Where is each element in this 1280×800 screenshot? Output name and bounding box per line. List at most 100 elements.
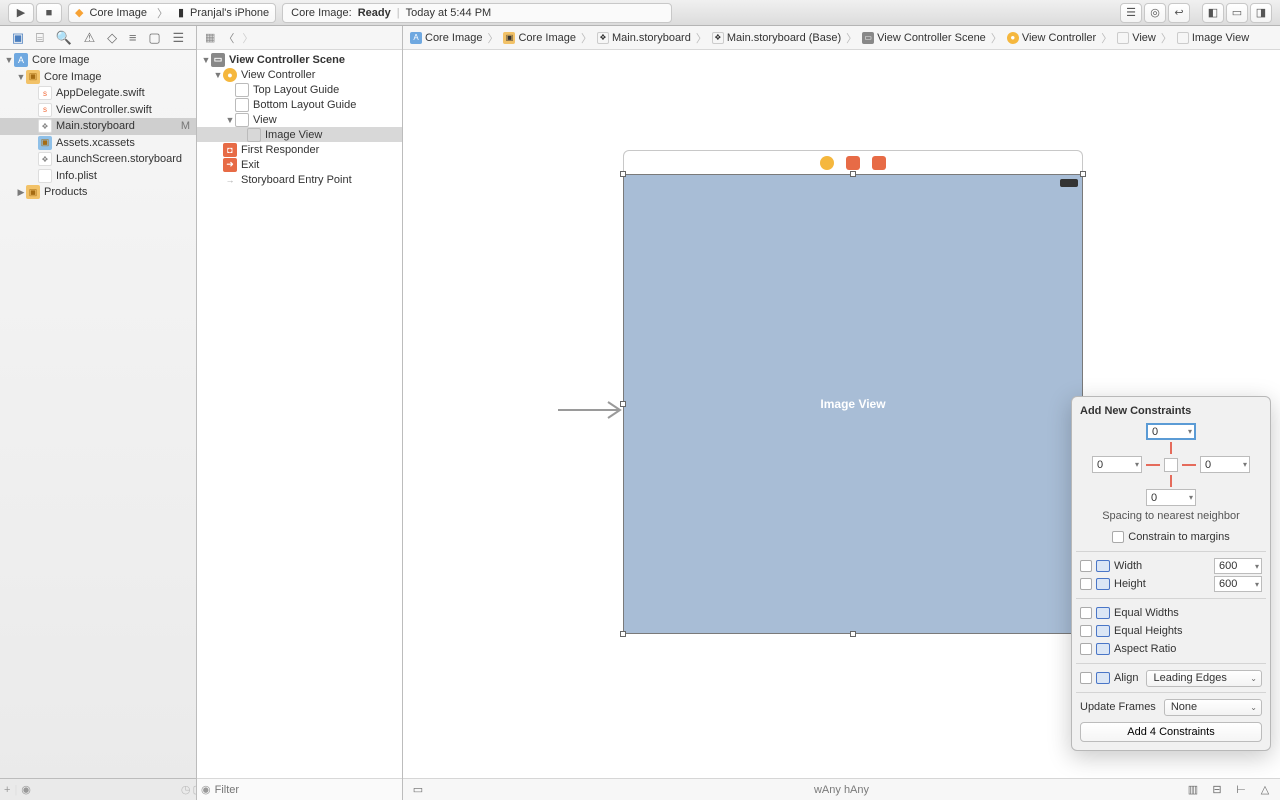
jb-storyboard-base[interactable]: ❖Main.storyboard (Base) [709,32,844,44]
width-icon [1096,560,1110,572]
top-spacing-field[interactable]: 0▾ [1146,423,1196,440]
add-constraints-popover: Add New Constraints 0▾ 0▾ 0▾ 0▾ Spacing … [1071,396,1271,751]
toolbar: ▶ ■ ◆ Core Image 〉 ▮ Pranjal's iPhone Co… [0,0,1280,26]
run-button[interactable]: ▶ [8,3,34,23]
related-items-icon[interactable]: ▦ [205,31,215,44]
width-checkbox[interactable] [1080,560,1092,572]
test-nav-icon[interactable]: ◇ [107,30,117,46]
file-launchscreen[interactable]: ❖LaunchScreen.storyboard [0,151,196,168]
equal-widths-checkbox[interactable] [1080,607,1092,619]
find-nav-icon[interactable]: 🔍 [56,30,72,46]
outline-image-view[interactable]: Image View [197,127,402,142]
update-frames-combo[interactable]: None⌄ [1164,699,1262,716]
breakpoint-nav-icon[interactable]: ▢ [148,30,160,46]
outline-filter-input[interactable] [215,784,398,796]
equal-heights-icon [1096,625,1110,637]
back-button[interactable]: 〈 [223,30,234,46]
status-time: Today at 5:44 PM [406,7,492,19]
toggle-navigator-button[interactable]: ◧ [1202,3,1224,23]
aspect-ratio-checkbox[interactable] [1080,643,1092,655]
group-core-image[interactable]: ▼▣Core Image [0,69,196,86]
file-viewcontroller[interactable]: sViewController.swift [0,102,196,119]
toggle-utilities-button[interactable]: ◨ [1250,3,1272,23]
size-class-control[interactable]: wAny hAny [814,784,869,796]
add-icon[interactable]: + [4,784,10,796]
canvas-area[interactable]: Image View Add New Constraints 0▾ 0▾ 0▾ [403,50,1280,778]
report-nav-icon[interactable]: ☰ [172,30,184,46]
scheme-app-label: Core Image [89,7,146,19]
jb-scene[interactable]: ▭View Controller Scene [859,32,989,44]
jb-group[interactable]: ▣Core Image [500,32,578,44]
outline-entry-point[interactable]: →Storyboard Entry Point [197,172,402,187]
debug-nav-icon[interactable]: ≡ [129,30,137,45]
popover-title: Add New Constraints [1080,405,1262,417]
right-spacing-field[interactable]: 0▾ [1200,456,1250,473]
toggle-debug-button[interactable]: ▭ [1226,3,1248,23]
jb-storyboard[interactable]: ❖Main.storyboard [594,32,694,44]
version-editor-button[interactable]: ↩ [1168,3,1190,23]
recent-filter-icon[interactable]: ◷ [181,783,191,796]
outline-exit[interactable]: ➜Exit [197,157,402,172]
file-appdelegate[interactable]: sAppDelegate.swift [0,85,196,102]
entry-arrow-icon [558,400,628,420]
outline-top-layout-guide[interactable]: Top Layout Guide [197,82,402,97]
bottom-spacing-field[interactable]: 0▾ [1146,489,1196,506]
status-bar-preview [1060,179,1078,187]
align-combo[interactable]: Leading Edges⌄ [1146,670,1262,687]
project-navigator: ▣ ⌸ 🔍 ⚠ ◇ ≡ ▢ ☰ ▼ACore Image ▼▣Core Imag… [0,26,197,800]
jb-view[interactable]: View [1114,32,1159,44]
forward-button[interactable]: 〉 [242,30,253,46]
canvas-footer: ▭ wAny hAny ▥ ⊟ ⊢ △ [403,778,1280,800]
standard-editor-button[interactable]: ☰ [1120,3,1142,23]
first-responder-header-icon [846,156,860,170]
filter-icon[interactable]: ◉ [201,783,211,796]
file-infoplist[interactable]: Info.plist [0,168,196,185]
symbol-nav-icon[interactable]: ⌸ [36,30,44,46]
vc-header-icon [820,156,834,170]
project-nav-icon[interactable]: ▣ [12,30,24,46]
chevron-right-icon: 〉 [153,5,172,21]
jb-project[interactable]: ACore Image [407,32,485,44]
left-spacing-field[interactable]: 0▾ [1092,456,1142,473]
assistant-editor-button[interactable]: ◎ [1144,3,1166,23]
height-checkbox[interactable] [1080,578,1092,590]
outline-bottom-layout-guide[interactable]: Bottom Layout Guide [197,97,402,112]
modified-badge: M [181,120,190,132]
status-prefix: Core Image: [291,7,352,19]
outline-scene-header[interactable]: ▼▭View Controller Scene [197,52,402,67]
height-icon [1096,578,1110,590]
view-controller-scene[interactable]: Image View [623,150,1083,634]
jb-imageview[interactable]: Image View [1174,32,1252,44]
outline-first-responder[interactable]: ◘First Responder [197,142,402,157]
file-assets[interactable]: ▣Assets.xcassets [0,135,196,152]
align-checkbox[interactable] [1080,672,1092,684]
align-button[interactable]: ⊟ [1208,782,1226,798]
jb-viewcontroller[interactable]: ●View Controller [1004,32,1099,44]
stop-button[interactable]: ■ [36,3,62,23]
image-view-on-canvas[interactable]: Image View [623,174,1083,634]
scheme-selector[interactable]: ◆ Core Image 〉 ▮ Pranjal's iPhone [68,3,276,23]
toggle-outline-button[interactable]: ▭ [409,782,427,798]
pin-button[interactable]: ⊢ [1232,782,1250,798]
add-constraints-button[interactable]: Add 4 Constraints [1080,722,1262,742]
stack-button[interactable]: ▥ [1184,782,1202,798]
spacing-label: Spacing to nearest neighbor [1080,510,1262,522]
width-field[interactable]: 600▾ [1214,558,1262,574]
issue-nav-icon[interactable]: ⚠ [84,30,96,46]
outline-view[interactable]: ▼View [197,112,402,127]
constrain-margins-checkbox[interactable] [1112,531,1124,543]
file-main-storyboard[interactable]: ❖Main.storyboardM [0,118,196,135]
status-state: Ready [358,7,391,19]
outline-view-controller[interactable]: ▼●View Controller [197,67,402,82]
group-products[interactable]: ▶▣Products [0,184,196,201]
equal-heights-checkbox[interactable] [1080,625,1092,637]
imageview-label: Image View [820,397,885,411]
resolve-issues-button[interactable]: △ [1256,782,1274,798]
scheme-device-label: Pranjal's iPhone [190,7,269,19]
navigator-filter-input[interactable] [35,784,177,796]
filter-icon[interactable]: ◉ [21,783,31,796]
outline-filter-bar: ◉ [197,778,402,800]
project-root[interactable]: ▼ACore Image [0,52,196,69]
interface-builder-canvas: ACore Image〉 ▣Core Image〉 ❖Main.storyboa… [403,26,1280,800]
height-field[interactable]: 600▾ [1214,576,1262,592]
